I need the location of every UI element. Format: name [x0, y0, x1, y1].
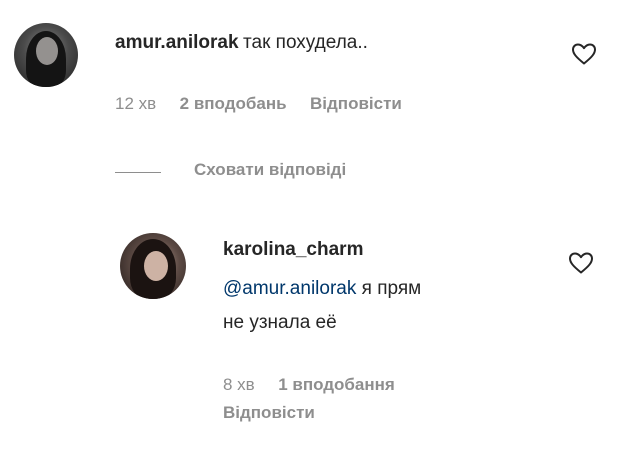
reply-username[interactable]: karolina_charm: [223, 239, 363, 260]
reply-button[interactable]: Відповісти: [223, 403, 315, 422]
reply-button[interactable]: Відповісти: [310, 94, 402, 113]
reply-likes[interactable]: 1 вподобання: [278, 375, 395, 394]
comment-body: amur.anilorak так похудела..: [115, 32, 368, 54]
reply-time[interactable]: 8 хв: [223, 375, 255, 394]
heart-icon[interactable]: [568, 251, 594, 275]
comment-username[interactable]: amur.anilorak: [115, 32, 239, 53]
reply-mention-link[interactable]: @amur.anilorak: [223, 278, 356, 299]
reply-meta: 8 хв 1 вподобання: [223, 375, 395, 395]
replies-divider: [115, 172, 161, 173]
avatar[interactable]: [14, 23, 78, 87]
reply-reply-row: Відповісти: [223, 403, 315, 423]
reply-text-line-2: не узнала её: [223, 312, 337, 334]
reply-text: я прям: [356, 278, 422, 299]
avatar[interactable]: [120, 233, 186, 299]
comment-meta: 12 хв 2 вподобань Відповісти: [115, 94, 402, 114]
reply-text-line-1: @amur.anilorak я прям: [223, 278, 421, 300]
comment-likes[interactable]: 2 вподобань: [180, 94, 287, 113]
avatar-face: [36, 37, 58, 65]
hide-replies-button[interactable]: Сховати відповіді: [194, 160, 346, 180]
reply-header: karolina_charm: [223, 239, 363, 261]
avatar-face: [144, 251, 168, 281]
heart-icon[interactable]: [571, 42, 597, 66]
comment-text: так похудела..: [243, 32, 368, 53]
comment-time[interactable]: 12 хв: [115, 94, 156, 113]
reply-text-continued: не узнала её: [223, 312, 337, 333]
